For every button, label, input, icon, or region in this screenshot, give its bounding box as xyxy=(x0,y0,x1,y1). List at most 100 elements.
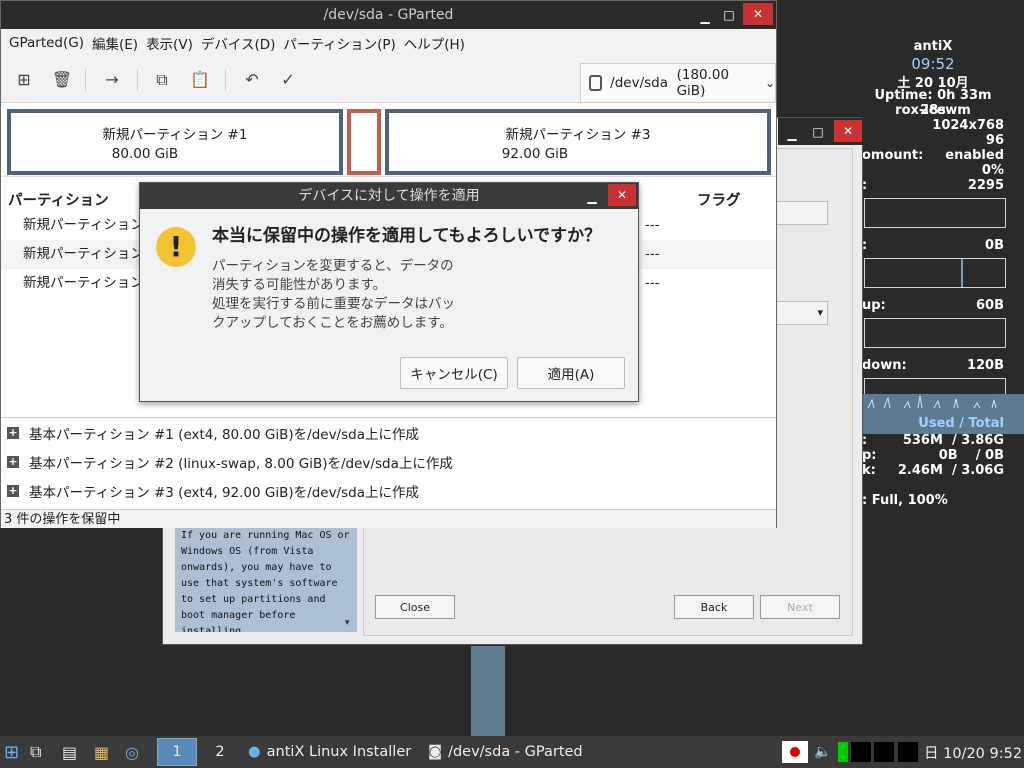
device-selector[interactable]: /dev/sda (180.00 GiB) ⌄ xyxy=(580,63,776,103)
gparted-titlebar: /dev/sda - GParted ▁ □ ✕ xyxy=(1,1,776,29)
desktop-column xyxy=(471,646,505,736)
window-title: /dev/sda - GParted xyxy=(323,7,454,23)
workspace-1[interactable]: 1 xyxy=(157,738,197,766)
copy-icon[interactable]: ⧉ xyxy=(151,69,173,91)
disk2-used: 2.46M xyxy=(897,463,943,478)
down-label: down: xyxy=(862,358,907,373)
close-icon[interactable]: ✕ xyxy=(743,3,773,25)
used-total-label: Used / Total xyxy=(918,416,1004,431)
volume-icon[interactable]: 🔈 xyxy=(814,740,831,764)
dialog-body-line: 消失する可能性があります。 xyxy=(212,277,387,293)
installer-field[interactable] xyxy=(774,201,828,225)
browser-icon[interactable]: ◎ xyxy=(125,740,147,764)
delete-icon[interactable]: 🗑 xyxy=(51,69,73,91)
installer-maximize-button[interactable]: □ xyxy=(806,122,830,142)
status-bar: 3 件の操作を保留中 xyxy=(1,509,776,528)
disk-graph xyxy=(864,258,1006,288)
dialog-heading: 本当に保留中の操作を適用してもよろしいですか？ xyxy=(212,226,602,246)
row-partition: 新規パーティション xyxy=(23,246,144,262)
operation-text: 基本パーティション #3 (ext4, 92.00 GiB)を/dev/sda上… xyxy=(29,484,419,501)
installer-close-icon[interactable]: ✕ xyxy=(834,120,862,142)
toolbar-separator xyxy=(225,69,226,91)
device-size: (180.00 GiB) xyxy=(676,67,730,99)
disk2-label: k: xyxy=(862,463,876,478)
automount-label: omount: xyxy=(862,148,924,163)
task-installer[interactable]: ● antiX Linux Installer xyxy=(248,740,411,764)
menu-partition[interactable]: パーティション(P) xyxy=(283,33,395,53)
start-menu-icon[interactable]: ⊞ xyxy=(4,740,26,764)
installer-dropdown[interactable]: ▾ xyxy=(774,301,828,325)
paste-icon[interactable]: 📋 xyxy=(189,69,211,91)
partition-block-size: 92.00 GiB xyxy=(501,146,569,162)
conky-dpi: 96 xyxy=(985,133,1004,148)
dialog-close-icon[interactable]: ✕ xyxy=(608,184,636,206)
installer-close-button[interactable]: Close xyxy=(375,595,455,619)
apply-dialog: デバイスに対して操作を適用 ▁ ✕ ! 本当に保留中の操作を適用してもよろしいで… xyxy=(139,182,639,402)
conky-up: up: 60B xyxy=(862,298,1004,313)
task-gparted-label: /dev/sda - GParted xyxy=(448,744,583,760)
file-manager-icon[interactable]: ▤ xyxy=(62,740,84,764)
row-partition: 新規パーティション xyxy=(23,275,144,291)
maximize-button[interactable]: □ xyxy=(717,5,741,25)
gparted-icon: ◙ xyxy=(428,744,443,760)
apply-button[interactable]: 適用(A) xyxy=(517,357,625,389)
files-icon[interactable]: ▦ xyxy=(94,740,116,764)
dialog-body-line: 処理を実行する前に重要なデータはバッ xyxy=(212,296,455,312)
conky-resolution: 1024x768 xyxy=(932,118,1004,133)
swap-total: / 0B xyxy=(975,448,1004,463)
taskbar: ⊞ ⧉ ▤ ▦ ◎ 1 2 ● antiX Linux Installer ◙ /d… xyxy=(0,736,1024,768)
ram-used: 536M xyxy=(902,433,943,448)
menu-edit[interactable]: 編集(E) xyxy=(92,33,138,53)
pending-operations: + 基本パーティション #1 (ext4, 80.00 GiB)を/dev/sda… xyxy=(1,417,776,509)
conky-monitor: antiX 09:52 土 20 10月 Uptime: 0h 33m 28s … xyxy=(862,38,1024,518)
installer-next-button[interactable]: Next xyxy=(760,595,840,619)
mem-meter-icon xyxy=(874,742,894,762)
installer-icon: ● xyxy=(248,744,261,760)
installer-minimize-button[interactable]: ▁ xyxy=(780,124,804,144)
plus-icon: + xyxy=(7,425,19,439)
undo-icon[interactable]: ↶ xyxy=(241,69,263,91)
col-partition[interactable]: パーティション xyxy=(8,189,109,210)
warning-icon: ! xyxy=(156,227,196,267)
partition-block-3[interactable]: 新規パーティション #3 92.00 GiB xyxy=(385,109,771,175)
resize-move-icon[interactable]: → xyxy=(101,69,123,91)
menu-device[interactable]: デバイス(D) xyxy=(201,33,276,53)
dialog-minimize-button[interactable]: ▁ xyxy=(580,187,604,207)
menu-help[interactable]: ヘルプ(H) xyxy=(404,33,465,53)
partition-block-1[interactable]: 新規パーティション #1 80.00 GiB xyxy=(7,109,343,175)
menu-view[interactable]: 表示(V) xyxy=(146,33,193,53)
operation-item[interactable]: + 基本パーティション #3 (ext4, 92.00 GiB)を/dev/sda… xyxy=(1,476,776,505)
workspace-2[interactable]: 2 xyxy=(200,740,240,764)
apply-icon[interactable]: ✓ xyxy=(277,69,299,91)
clock[interactable]: 日 10/20 9:52 xyxy=(924,740,1022,764)
minimize-button[interactable]: ▁ xyxy=(693,7,717,27)
operation-text: 基本パーティション #1 (ext4, 80.00 GiB)を/dev/sda上… xyxy=(29,426,419,443)
task-gparted[interactable]: ◙ /dev/sda - GParted xyxy=(428,740,583,764)
cpu-graph xyxy=(864,198,1006,228)
operation-item[interactable]: + 基本パーティション #2 (linux-swap, 8.00 GiB)を/de… xyxy=(1,447,776,476)
dialog-body-line: パーティションを変更すると、データの xyxy=(212,258,454,274)
partition-block-size: 80.00 GiB xyxy=(111,146,179,162)
scroll-down-icon[interactable]: ▾ xyxy=(345,618,357,632)
show-desktop-icon[interactable]: ⧉ xyxy=(30,740,52,764)
menu-gparted[interactable]: GParted(G) xyxy=(9,35,84,51)
conky-time: 09:52 xyxy=(911,55,955,73)
up-label: up: xyxy=(862,298,886,313)
dialog-title: デバイスに対して操作を適用 xyxy=(298,188,480,204)
down-value: 120B xyxy=(966,358,1004,373)
disk-icon xyxy=(589,75,603,91)
operation-text: 基本パーティション #2 (linux-swap, 8.00 GiB)を/dev… xyxy=(29,455,453,472)
swap-label: p: xyxy=(862,448,877,463)
new-partition-icon[interactable]: ⊞ xyxy=(13,69,35,91)
partition-block-name: 新規パーティション #3 xyxy=(505,127,651,143)
col-flags[interactable]: フラグ xyxy=(697,189,741,210)
installer-back-button[interactable]: Back xyxy=(674,595,754,619)
freq-value: 2295 xyxy=(967,178,1004,193)
row-flags: --- xyxy=(645,275,660,291)
partition-block-swap[interactable] xyxy=(347,109,381,175)
installer-titlebar: ▁ □ ✕ xyxy=(778,118,864,145)
conky-battery: : Full, 100% xyxy=(862,493,948,508)
keyboard-layout-icon[interactable] xyxy=(782,741,808,763)
cancel-button[interactable]: キャンセル(C) xyxy=(400,357,508,389)
operation-item[interactable]: + 基本パーティション #1 (ext4, 80.00 GiB)を/dev/sda… xyxy=(1,418,776,447)
